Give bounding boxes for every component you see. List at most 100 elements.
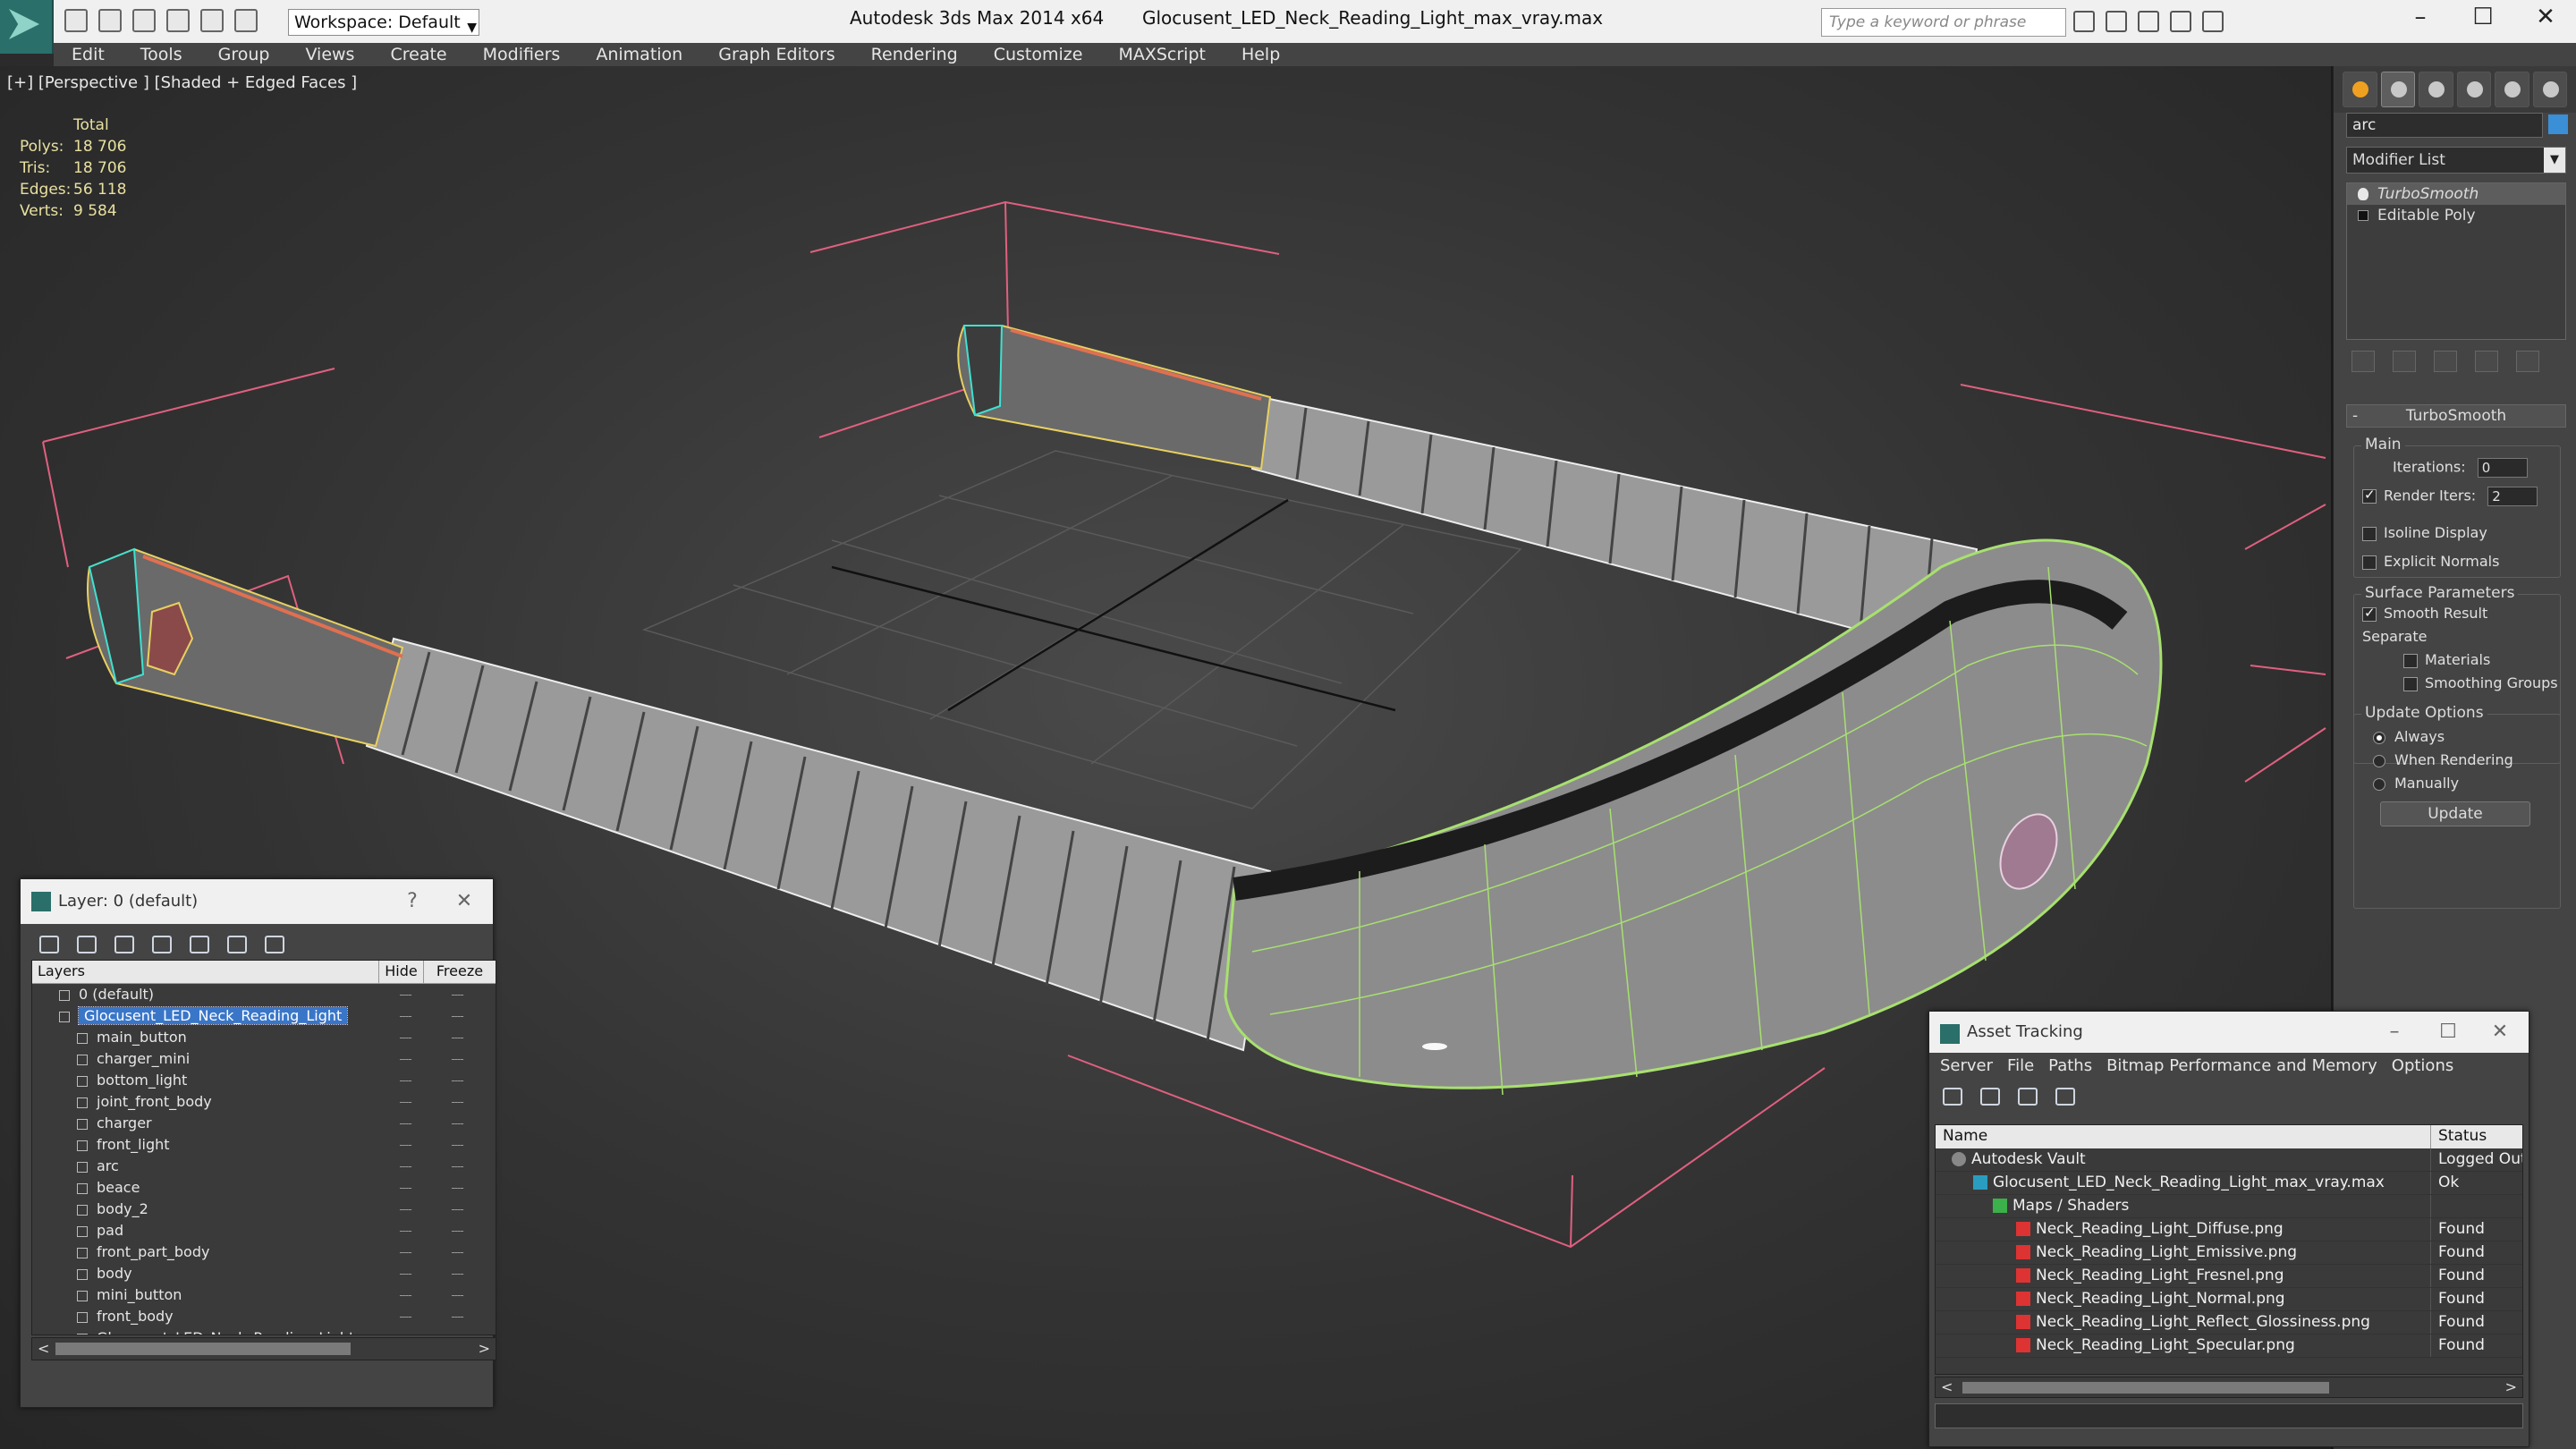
open-file-icon[interactable]	[98, 9, 122, 32]
menu-help[interactable]: Help	[1241, 45, 1280, 64]
scroll-right-icon[interactable]: >	[2505, 1378, 2517, 1395]
layer-horizontal-scrollbar[interactable]: < >	[31, 1337, 496, 1360]
asset-horizontal-scrollbar[interactable]: < >	[1935, 1377, 2523, 1398]
layer-name-cell[interactable]: joint_front_body	[32, 1091, 379, 1113]
favorites-star-icon[interactable]	[2170, 11, 2191, 32]
asset-row[interactable]: Neck_Reading_Light_Specular.png Found	[1936, 1335, 2522, 1358]
layer-name-cell[interactable]: bottom_light	[32, 1070, 379, 1091]
configure-sets-icon[interactable]	[2516, 351, 2539, 372]
hierarchy-tab-icon[interactable]	[2419, 72, 2453, 107]
freeze-all-layers-icon[interactable]	[262, 933, 285, 954]
add-to-layer-icon[interactable]	[112, 933, 135, 954]
asset-row[interactable]: Autodesk Vault Logged Out	[1936, 1148, 2522, 1172]
freeze-toggle[interactable]: ----	[431, 1027, 483, 1048]
col-freeze[interactable]: Freeze	[424, 961, 496, 983]
layer-row[interactable]: front_part_body ---- ----	[32, 1241, 496, 1263]
menu-graph-editors[interactable]: Graph Editors	[718, 45, 835, 64]
expand-box-icon[interactable]	[2358, 210, 2368, 221]
subscription-icon[interactable]	[2106, 11, 2127, 32]
explicit-normals-checkbox[interactable]	[2362, 555, 2377, 570]
menu-edit[interactable]: Edit	[72, 45, 105, 64]
remove-modifier-icon[interactable]	[2475, 351, 2498, 372]
minimize-button[interactable]: –	[2377, 1012, 2412, 1053]
freeze-toggle[interactable]: ----	[431, 1156, 483, 1177]
show-end-result-icon[interactable]	[2393, 351, 2416, 372]
layer-name-cell[interactable]: front_part_body	[32, 1241, 379, 1263]
layer-row[interactable]: body_2 ---- ----	[32, 1199, 496, 1220]
render-iters-checkbox[interactable]	[2362, 487, 2377, 504]
layer-name-cell[interactable]: pad	[32, 1220, 379, 1241]
layer-name-cell[interactable]: body_2	[32, 1199, 379, 1220]
asset-row[interactable]: Maps / Shaders	[1936, 1195, 2522, 1218]
layer-name-cell[interactable]: Glocusent_LED_Neck_Reading_Light	[32, 1005, 379, 1027]
help-icon[interactable]	[2202, 11, 2224, 32]
col-hide[interactable]: Hide	[379, 961, 424, 983]
layer-name-cell[interactable]: arc	[32, 1156, 379, 1177]
asset-row[interactable]: Neck_Reading_Light_Reflect_Glossiness.pn…	[1936, 1311, 2522, 1335]
maximize-button[interactable]: ☐	[2456, 4, 2510, 30]
col-status[interactable]: Status	[2431, 1125, 2522, 1148]
freeze-toggle[interactable]: ----	[431, 1199, 483, 1220]
menu-options[interactable]: Options	[2392, 1053, 2453, 1080]
layer-row[interactable]: front_body ---- ----	[32, 1306, 496, 1327]
smoothing-groups-checkbox[interactable]	[2403, 676, 2418, 691]
asset-tracking-titlebar[interactable]: Asset Tracking – ☐ ✕	[1929, 1012, 2529, 1053]
layer-name-cell[interactable]: 0 (default)	[32, 984, 379, 1005]
layer-name-cell[interactable]: charger_mini	[32, 1048, 379, 1070]
asset-row[interactable]: Neck_Reading_Light_Emissive.png Found	[1936, 1241, 2522, 1265]
freeze-toggle[interactable]: ----	[431, 1306, 483, 1327]
scroll-left-icon[interactable]: <	[38, 1340, 49, 1357]
hide-toggle[interactable]: ----	[379, 1306, 431, 1327]
freeze-toggle[interactable]: ----	[431, 1134, 483, 1156]
hide-toggle[interactable]: ----	[379, 984, 431, 1005]
new-file-icon[interactable]	[64, 9, 88, 32]
hide-toggle[interactable]: ----	[379, 1241, 431, 1263]
hide-toggle[interactable]: ----	[379, 1327, 431, 1335]
modifier-list-dropdown[interactable]: Modifier List ▼	[2346, 147, 2566, 174]
menu-bitmap-performance[interactable]: Bitmap Performance and Memory	[2106, 1053, 2377, 1080]
menu-file[interactable]: File	[2007, 1053, 2034, 1080]
layer-row[interactable]: pad ---- ----	[32, 1220, 496, 1241]
layer-name-cell[interactable]: beace	[32, 1177, 379, 1199]
close-button[interactable]: ✕	[446, 879, 482, 924]
binoculars-icon[interactable]	[2073, 11, 2095, 32]
freeze-toggle[interactable]: ----	[431, 1263, 483, 1284]
layer-row[interactable]: charger_mini ---- ----	[32, 1048, 496, 1070]
hide-toggle[interactable]: ----	[379, 1070, 431, 1091]
layer-row[interactable]: mini_button ---- ----	[32, 1284, 496, 1306]
isoline-checkbox[interactable]	[2362, 526, 2377, 541]
freeze-toggle[interactable]: ----	[431, 984, 483, 1005]
hide-toggle[interactable]: ----	[379, 1113, 431, 1134]
modify-tab-icon[interactable]	[2380, 72, 2415, 107]
asset-row[interactable]: Neck_Reading_Light_Diffuse.png Found	[1936, 1218, 2522, 1241]
menu-modifiers[interactable]: Modifiers	[483, 45, 561, 64]
col-name[interactable]: Name	[1936, 1125, 2431, 1148]
freeze-toggle[interactable]: ----	[431, 1241, 483, 1263]
layer-row[interactable]: arc ---- ----	[32, 1156, 496, 1177]
layer-row[interactable]: beace ---- ----	[32, 1177, 496, 1199]
hide-toggle[interactable]: ----	[379, 1156, 431, 1177]
layer-row[interactable]: front_light ---- ----	[32, 1134, 496, 1156]
highlight-layer-icon[interactable]	[187, 933, 210, 954]
turbosmooth-rollout-header[interactable]: - TurboSmooth	[2346, 404, 2566, 428]
scroll-left-icon[interactable]: <	[1941, 1378, 1953, 1395]
close-button[interactable]: ✕	[2519, 4, 2572, 30]
layer-manager-titlebar[interactable]: Layer: 0 (default) ? ✕	[21, 879, 493, 924]
project-folder-icon[interactable]	[234, 9, 258, 32]
update-button[interactable]: Update	[2380, 801, 2530, 826]
undo-icon[interactable]	[166, 9, 190, 32]
when-rendering-radio[interactable]	[2373, 754, 2385, 767]
menu-create[interactable]: Create	[390, 45, 446, 64]
layer-name-cell[interactable]: front_light	[32, 1134, 379, 1156]
layer-name-cell[interactable]: front_body	[32, 1306, 379, 1327]
close-button[interactable]: ✕	[2482, 1012, 2518, 1053]
maximize-button[interactable]: ☐	[2430, 1012, 2466, 1053]
object-name-field[interactable]: arc	[2346, 113, 2543, 138]
layer-row[interactable]: Glocusent_LED_Neck_Reading_Light --------	[32, 1327, 496, 1335]
list-view-icon[interactable]	[1978, 1085, 2001, 1106]
menu-customize[interactable]: Customize	[994, 45, 1083, 64]
delete-layer-icon[interactable]	[74, 933, 97, 954]
detail-view-icon[interactable]	[2015, 1085, 2038, 1106]
save-file-icon[interactable]	[132, 9, 156, 32]
menu-views[interactable]: Views	[305, 45, 354, 64]
